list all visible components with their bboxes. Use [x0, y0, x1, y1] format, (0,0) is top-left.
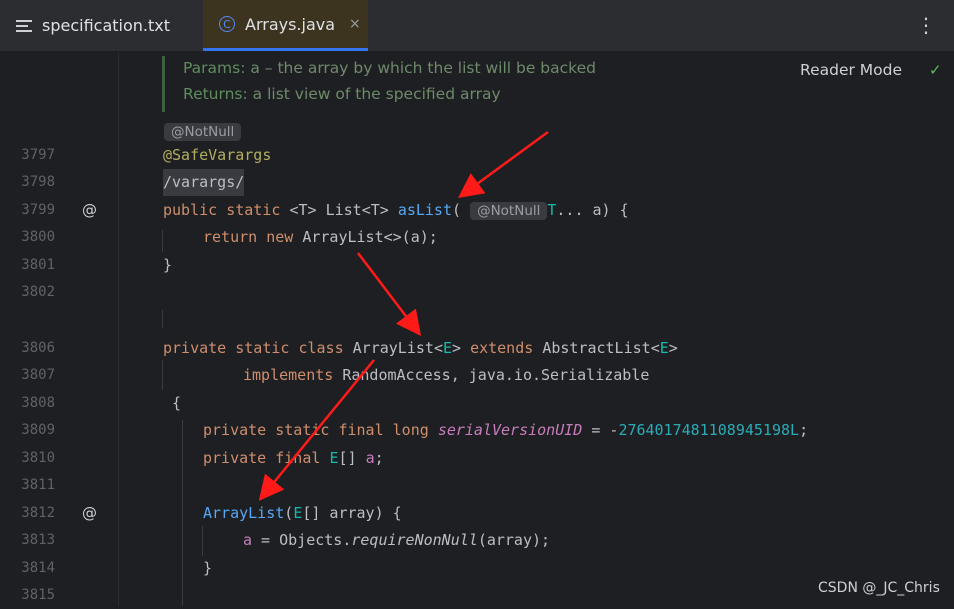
- code-line: 3806 private static class ArrayList<E> e…: [0, 335, 954, 362]
- line-number: 3802: [21, 284, 55, 300]
- code-line: 3808 {: [0, 390, 954, 417]
- code-line: 3814 }: [0, 555, 954, 582]
- tab-label: Arrays.java: [245, 14, 336, 34]
- more-options-icon[interactable]: ⋮: [916, 15, 936, 35]
- tab-specification-txt[interactable]: specification.txt: [0, 0, 202, 51]
- override-at-icon[interactable]: @: [82, 197, 97, 224]
- code-line: 3802: [0, 279, 954, 306]
- watermark: CSDN @_JC_Chris: [818, 580, 940, 596]
- code-text: return new ArrayList<>(a);: [203, 228, 438, 246]
- line-number: 3812: [21, 505, 55, 521]
- notnull-inlay-hint: @NotNull: [164, 123, 242, 141]
- line-number: 3814: [21, 560, 55, 576]
- code-text: private static final long serialVersionU…: [203, 421, 809, 439]
- tab-label: specification.txt: [42, 16, 171, 35]
- code-line: 3807 implements RandomAccess, java.io.Se…: [0, 362, 954, 389]
- line-number: 3797: [21, 147, 55, 163]
- code-line: 3809 private static final long serialVer…: [0, 417, 954, 444]
- line-number: 3811: [21, 477, 55, 493]
- notnull-inlay-hint: @NotNull: [470, 202, 548, 220]
- line-number: 3801: [21, 257, 55, 273]
- annotation-token: @SafeVarargs: [163, 146, 272, 164]
- code-line: 3801 }: [0, 252, 954, 279]
- line-number: 3809: [21, 422, 55, 438]
- code-text: implements RandomAccess, java.io.Seriali…: [243, 366, 650, 384]
- code-line: 3815: [0, 582, 954, 609]
- code-text: a = Objects.requireNonNull(array);: [243, 531, 551, 549]
- doc-returns: Returns: a list view of the specified ar…: [183, 85, 501, 103]
- editor-tab-bar: specification.txt C Arrays.java × ⋮: [0, 0, 954, 52]
- code-line: 3798 /varargs/: [0, 169, 954, 196]
- line-number: 3798: [21, 174, 55, 190]
- class-icon: C: [219, 16, 235, 32]
- line-number: 3799: [21, 202, 55, 218]
- line-number: 3813: [21, 532, 55, 548]
- line-number: 3800: [21, 229, 55, 245]
- code-text: }: [203, 559, 213, 577]
- code-text: public static <T> List<T> asList( @NotNu…: [163, 201, 629, 220]
- code-editor[interactable]: Params: a – the array by which the list …: [0, 52, 954, 606]
- line-number: 3806: [21, 340, 55, 356]
- close-icon[interactable]: ×: [349, 16, 361, 32]
- tab-arrays-java[interactable]: C Arrays.java ×: [203, 0, 368, 51]
- reader-mode-button[interactable]: Reader Mode: [800, 61, 902, 79]
- text-file-icon: [16, 19, 32, 32]
- code-line: 3810 private final E[] a;: [0, 445, 954, 472]
- code-text: private static class ArrayList<E> extend…: [163, 339, 678, 357]
- line-number: 3810: [21, 450, 55, 466]
- code-line: 3812 @ ArrayList(E[] array) {: [0, 500, 954, 527]
- code-text: ArrayList(E[] array) {: [203, 504, 402, 522]
- code-line: 3811: [0, 472, 954, 499]
- comment-token: /varargs/: [163, 169, 245, 196]
- line-number: 3808: [21, 395, 55, 411]
- code-text: }: [163, 256, 173, 274]
- code-text: private final E[] a;: [203, 449, 384, 467]
- code-line: 3797 @SafeVarargs: [0, 142, 954, 169]
- code-line: 3799 @ public static <T> List<T> asList(…: [0, 197, 954, 224]
- line-number: 3807: [21, 367, 55, 383]
- doc-comment-bar: [162, 56, 165, 112]
- code-line: 3813 a = Objects.requireNonNull(array);: [0, 527, 954, 554]
- line-number: 3815: [21, 587, 55, 603]
- override-at-icon[interactable]: @: [82, 500, 97, 527]
- indent-guide: [162, 310, 163, 328]
- doc-params: Params: a – the array by which the list …: [183, 59, 596, 77]
- check-icon[interactable]: ✓: [929, 61, 942, 79]
- code-line: 3800 return new ArrayList<>(a);: [0, 224, 954, 251]
- code-text: {: [172, 394, 182, 412]
